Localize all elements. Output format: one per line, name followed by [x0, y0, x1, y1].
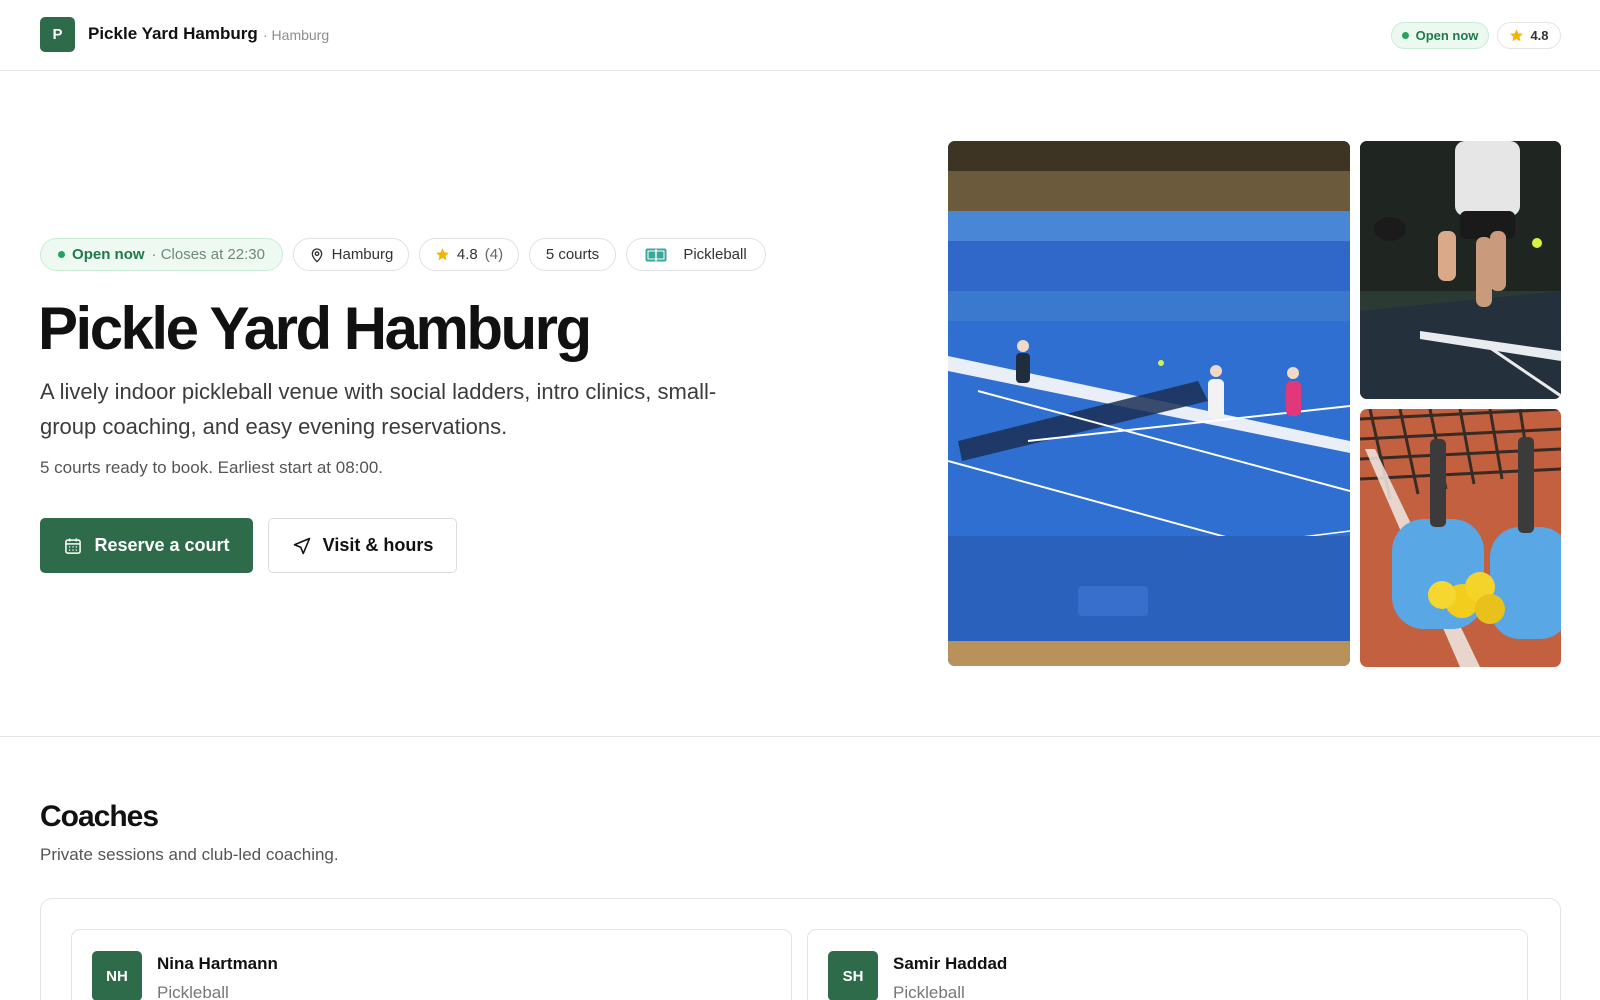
sport-label: Pickleball: [683, 246, 747, 263]
open-status-badge: Open now: [1391, 22, 1489, 49]
visit-hours-label: Visit & hours: [322, 535, 434, 555]
gallery-main-photo[interactable]: [948, 141, 1350, 666]
venue-city: · Hamburg: [263, 27, 330, 43]
open-status-label: Open now: [72, 246, 145, 263]
top-bar: P Pickle Yard Hamburg · Hamburg Open now…: [0, 0, 1600, 71]
closing-time: · Closes at 22:30: [151, 246, 265, 263]
visit-hours-button[interactable]: Visit & hours: [268, 518, 457, 573]
coach-card[interactable]: NH Nina Hartmann Pickleball: [71, 929, 792, 1000]
avatar: SH: [828, 951, 878, 1000]
star-icon: [436, 248, 449, 261]
player-action-photo: [1360, 141, 1561, 399]
courts-chip: 5 courts: [529, 238, 616, 271]
reserve-court-label: Reserve a court: [94, 535, 230, 555]
booking-summary: 5 courts ready to book. Earliest start a…: [40, 458, 384, 477]
coach-sport: Pickleball: [893, 983, 965, 1000]
court-icon: [645, 248, 667, 261]
coaches-heading: Coaches: [40, 800, 159, 833]
venue-logo[interactable]: P: [40, 17, 75, 52]
calendar-icon: [65, 538, 82, 554]
star-icon: [1510, 29, 1524, 42]
avatar: NH: [92, 951, 142, 1000]
rating-value: 4.8: [1530, 28, 1549, 43]
rating-badge: 4.8: [1497, 22, 1561, 49]
gallery-photo-paddles[interactable]: [1360, 409, 1561, 667]
venue-description: A lively indoor pickleball venue with so…: [40, 379, 717, 439]
coach-name: Samir Haddad: [893, 954, 1008, 973]
rating-chip[interactable]: 4.8 (4): [419, 238, 519, 271]
navigation-arrow-icon: [293, 537, 310, 554]
sport-chip: Pickleball: [626, 238, 766, 271]
coaches-subtitle: Private sessions and club-led coaching.: [40, 845, 339, 864]
paddles-balls-photo: [1360, 409, 1561, 667]
review-count: (4): [484, 246, 504, 263]
page-title: Pickle Yard Hamburg: [38, 295, 592, 362]
open-status-chip: Open now · Closes at 22:30: [40, 238, 283, 271]
reserve-court-button[interactable]: Reserve a court: [40, 518, 253, 573]
venue-name[interactable]: Pickle Yard Hamburg: [88, 24, 258, 44]
indoor-court-photo: [948, 141, 1350, 666]
open-status-label: Open now: [1415, 28, 1479, 43]
coach-card[interactable]: SH Samir Haddad Pickleball: [807, 929, 1528, 1000]
map-pin-icon: [311, 247, 322, 263]
location-label: Hamburg: [331, 246, 394, 263]
coach-sport: Pickleball: [157, 983, 229, 1000]
rating-value: 4.8: [456, 246, 478, 263]
coach-name: Nina Hartmann: [157, 954, 278, 973]
courts-count: 5 courts: [545, 246, 600, 263]
location-chip[interactable]: Hamburg: [293, 238, 409, 271]
gallery-photo-player[interactable]: [1360, 141, 1561, 399]
section-divider: [0, 736, 1600, 737]
green-dot-icon: [58, 251, 66, 258]
green-dot-icon: [1401, 32, 1409, 39]
